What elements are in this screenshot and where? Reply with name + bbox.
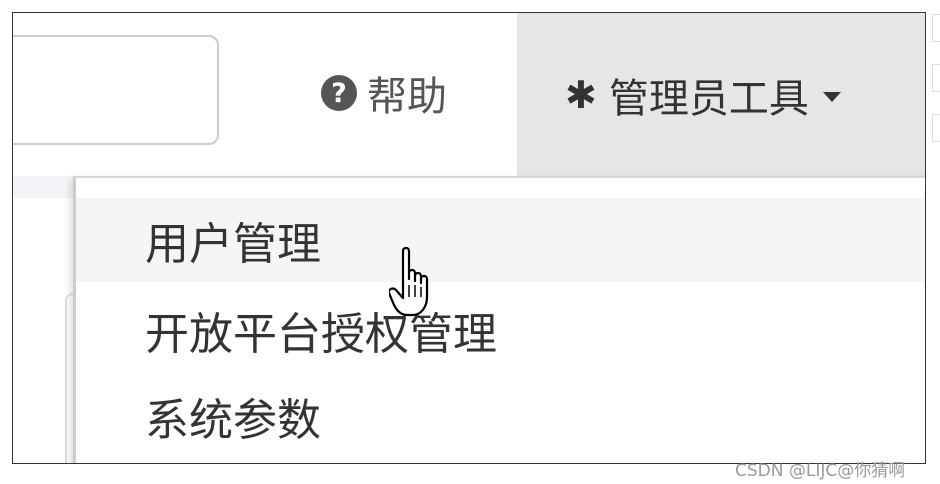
search-input[interactable]	[13, 35, 219, 145]
menu-item-label: 用户管理	[145, 219, 321, 270]
menu-item-label: 系统参数	[145, 395, 321, 446]
gear-icon: ✱	[565, 72, 597, 117]
watermark: CSDN @LIJC@你猜啊	[735, 461, 906, 481]
side-edge-mark	[932, 14, 940, 42]
menu-item-open-platform-authorization[interactable]: 开放平台授权管理	[76, 288, 925, 372]
caret-down-icon	[822, 91, 841, 102]
menu-item-system-parameters[interactable]: 系统参数	[76, 374, 925, 458]
hand-pointer-icon	[389, 246, 429, 317]
question-circle-icon: ?	[321, 75, 357, 111]
help-link[interactable]: ? 帮助	[321, 65, 447, 121]
screenshot-frame: ? 帮助 ✱ 管理员工具 用户管理 开放平台授权管理 系统参数	[12, 12, 926, 464]
help-label: 帮助	[367, 74, 447, 120]
admin-tools-menu: 用户管理 开放平台授权管理 系统参数	[73, 176, 925, 463]
menu-item-user-management[interactable]: 用户管理	[76, 198, 925, 282]
admin-tools-dropdown-toggle[interactable]: ✱ 管理员工具	[517, 13, 925, 176]
top-navbar: ? 帮助 ✱ 管理员工具	[13, 13, 925, 177]
side-edge-mark	[932, 64, 940, 92]
menu-item-label: 开放平台授权管理	[145, 309, 497, 360]
admin-tools-label: 管理员工具	[608, 75, 809, 122]
side-edge-mark	[932, 114, 940, 142]
